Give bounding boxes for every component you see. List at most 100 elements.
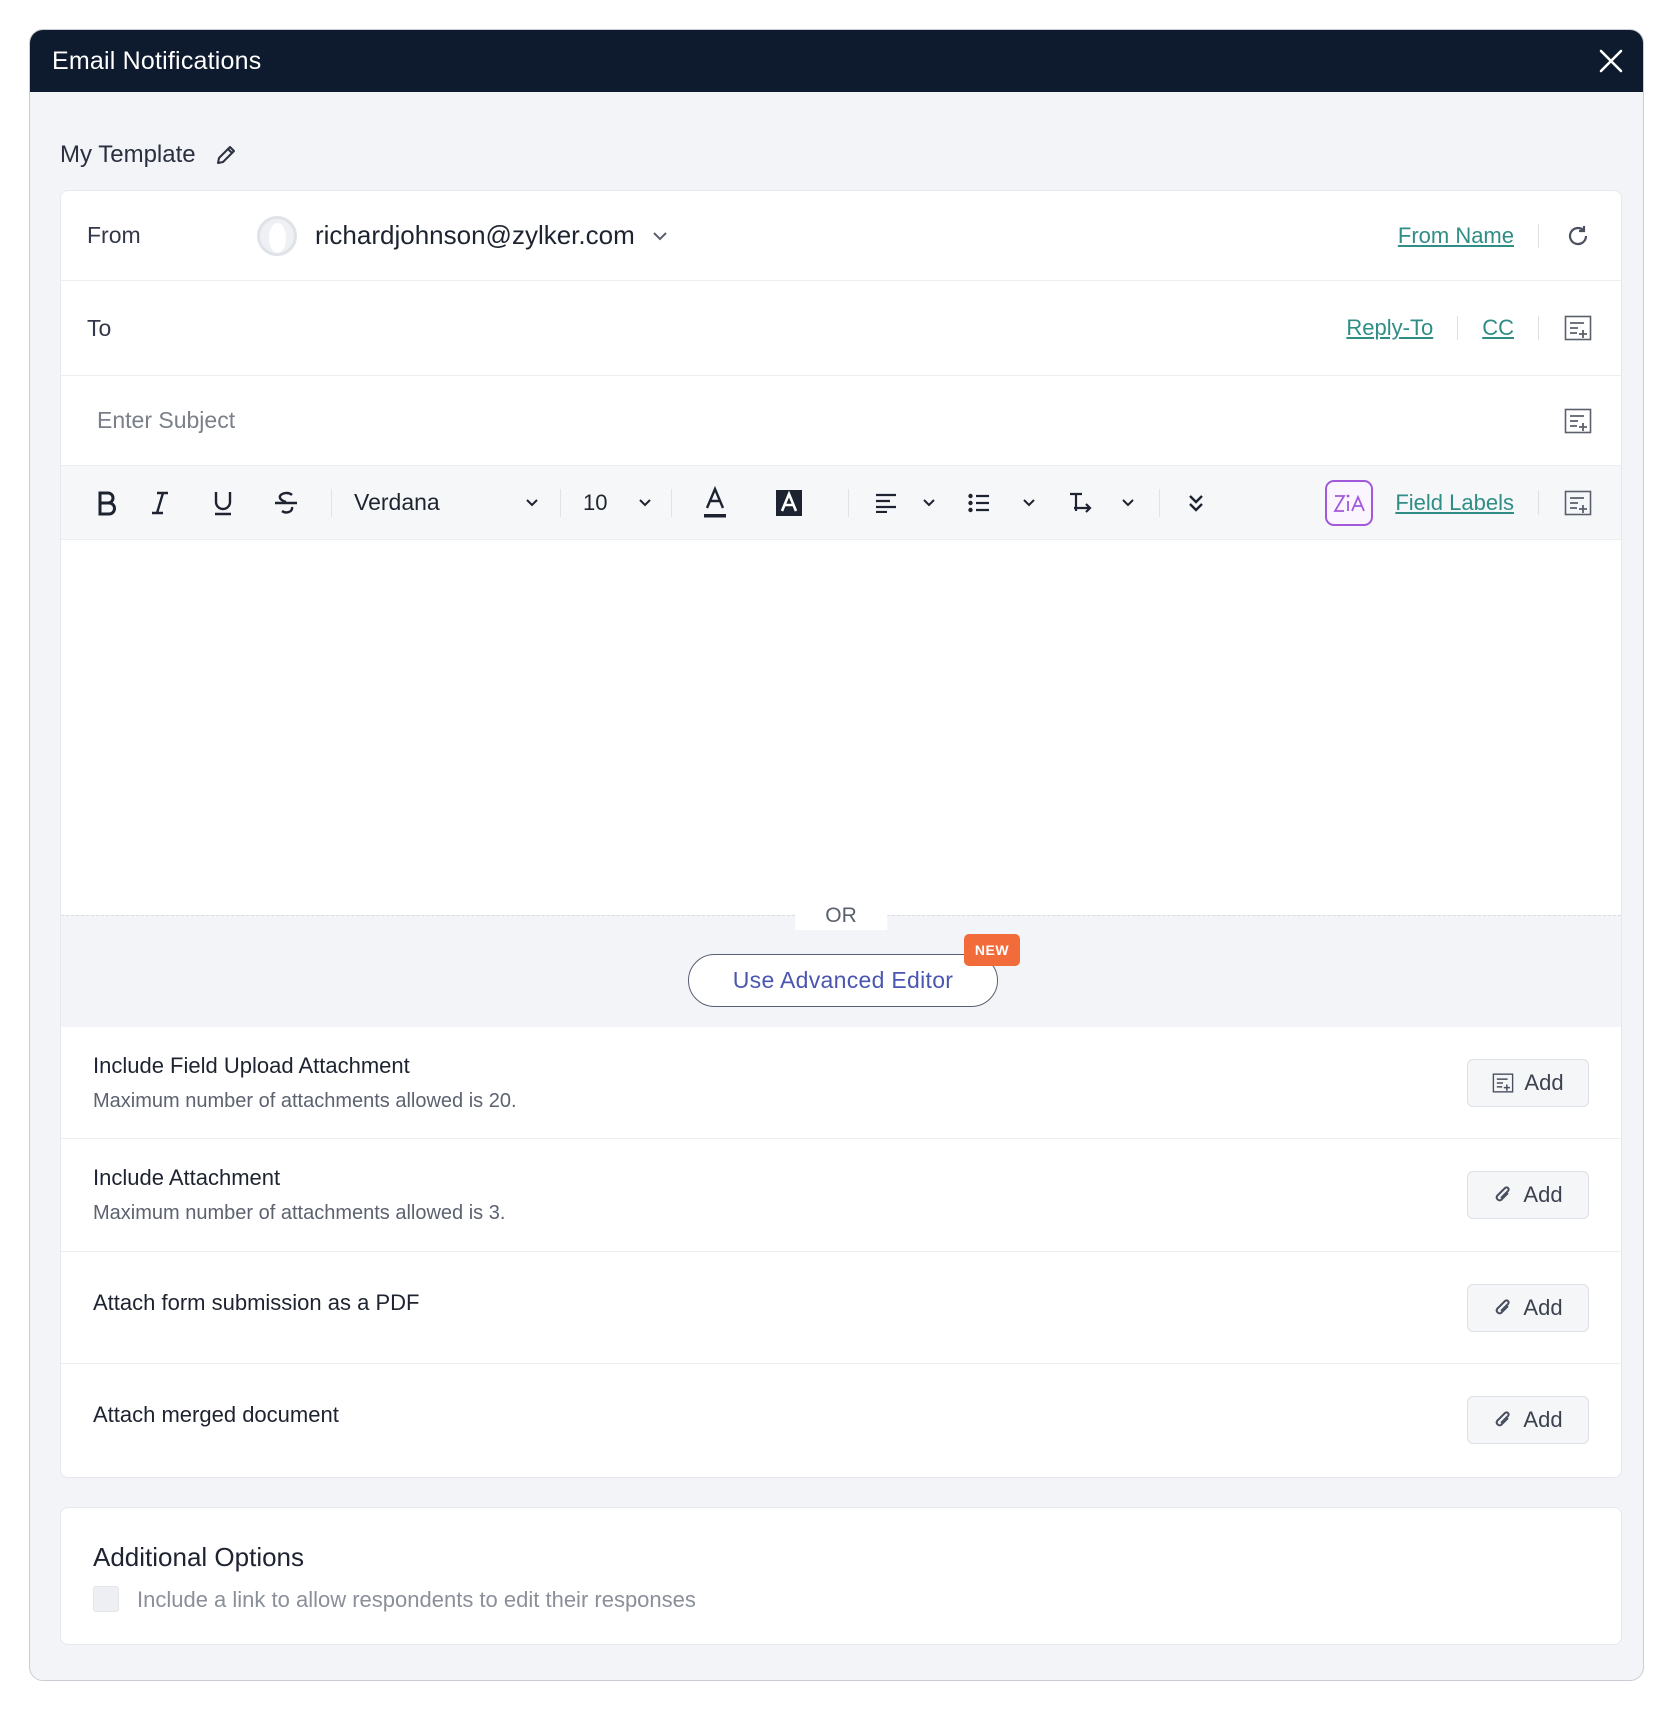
double-chevron-down-icon: [1189, 494, 1203, 512]
from-email[interactable]: richardjohnson@zylker.com: [315, 220, 635, 251]
text-color-icon: [704, 485, 726, 517]
text-direction-icon: [1070, 492, 1092, 513]
attachment-title: Include Field Upload Attachment: [93, 1053, 410, 1078]
chevron-down-icon: [923, 498, 935, 506]
attachment-subtitle: Maximum number of attachments allowed is…: [93, 1202, 506, 1224]
zia-ai-button[interactable]: [1325, 479, 1374, 526]
underline-icon: [214, 491, 232, 515]
bullet-list-icon: [968, 493, 989, 512]
strikethrough-button[interactable]: [255, 483, 317, 523]
subject-row: [61, 376, 1621, 466]
dialog-titlebar: Email Notifications: [30, 30, 1643, 92]
to-row: To Reply-To CC: [61, 281, 1621, 376]
message-body-editor[interactable]: [61, 540, 1621, 915]
paperclip-icon: [1496, 1186, 1510, 1202]
reply-to-link[interactable]: Reply-To: [1346, 315, 1433, 341]
chevron-down-icon: [1023, 498, 1035, 506]
clear-format-button[interactable]: [1049, 483, 1111, 523]
refresh-button[interactable]: [1563, 221, 1593, 251]
add-button-label: Add: [1523, 1407, 1563, 1432]
align-dropdown[interactable]: [909, 483, 949, 523]
email-notifications-dialog: Email Notifications My Template From ric…: [29, 29, 1644, 1681]
cc-link[interactable]: CC: [1482, 315, 1514, 341]
field-insert-icon: [1564, 490, 1592, 515]
bold-button[interactable]: [85, 483, 129, 523]
attachment-row-include-attachment: Include Attachment Maximum number of att…: [61, 1139, 1621, 1252]
new-badge: NEW: [964, 934, 1020, 966]
chevron-down-icon: [526, 498, 538, 506]
background-color-button[interactable]: [744, 483, 834, 523]
use-advanced-editor-button[interactable]: Use Advanced Editor: [688, 954, 998, 1007]
from-name-link[interactable]: From Name: [1398, 223, 1514, 249]
underline-button[interactable]: [191, 483, 255, 523]
template-name: My Template: [60, 141, 196, 168]
close-button[interactable]: [1591, 41, 1631, 81]
attachment-title: Attach merged document: [93, 1402, 339, 1427]
add-button-label: Add: [1523, 1182, 1563, 1207]
from-row: From richardjohnson@zylker.com From Name: [61, 191, 1621, 281]
from-label: From: [87, 222, 141, 248]
align-button[interactable]: [863, 483, 909, 523]
font-family-select[interactable]: Verdana: [346, 489, 546, 516]
avatar: [257, 215, 297, 256]
edit-link-checkbox[interactable]: [93, 1586, 119, 1612]
divider: [1457, 316, 1459, 340]
bold-icon: [98, 491, 116, 515]
paperclip-icon: [1496, 1299, 1510, 1315]
to-label: To: [87, 314, 112, 341]
attachment-row-pdf: Attach form submission as a PDF Add: [61, 1252, 1621, 1364]
attachment-subtitle: Maximum number of attachments allowed is…: [93, 1090, 517, 1112]
font-size-select[interactable]: 10: [575, 490, 657, 516]
italic-button[interactable]: [129, 483, 191, 523]
format-dropdown[interactable]: [1111, 483, 1145, 523]
template-name-row: My Template: [60, 128, 1643, 182]
additional-options-title: Additional Options: [93, 1542, 305, 1572]
edit-template-name-button[interactable]: [214, 143, 238, 167]
chevron-down-icon: [653, 231, 667, 240]
refresh-icon: [1568, 225, 1588, 245]
insert-field-body-button[interactable]: [1563, 488, 1593, 518]
field-insert-icon: [1564, 408, 1592, 433]
strikethrough-icon: [275, 491, 297, 514]
font-size-value: 10: [583, 489, 608, 515]
add-button-label: Add: [1523, 1295, 1563, 1320]
bullet-list-button[interactable]: [949, 483, 1009, 523]
dialog-title: Email Notifications: [52, 46, 262, 75]
more-tools-button[interactable]: [1174, 483, 1218, 523]
highlight-color-icon: [776, 489, 802, 516]
email-compose-card: From richardjohnson@zylker.com From Name…: [60, 190, 1622, 1478]
pencil-icon: [216, 146, 235, 164]
align-left-icon: [876, 493, 896, 513]
italic-icon: [152, 491, 168, 514]
chevron-down-icon: [639, 498, 651, 506]
from-email-dropdown[interactable]: [651, 230, 669, 242]
attachment-row-merged-document: Attach merged document Add: [61, 1364, 1621, 1477]
add-button-label: Add: [1524, 1070, 1564, 1095]
insert-field-subject-button[interactable]: [1563, 406, 1593, 436]
divider: [1538, 490, 1539, 515]
attachment-title: Include Attachment: [93, 1165, 281, 1190]
font-family-value: Verdana: [354, 489, 440, 515]
subject-input[interactable]: [97, 407, 1563, 434]
paperclip-icon: [1496, 1411, 1510, 1427]
add-field-upload-attachment-button[interactable]: Add: [1467, 1059, 1589, 1107]
text-color-button[interactable]: [686, 483, 744, 523]
add-pdf-attachment-button[interactable]: Add: [1467, 1284, 1589, 1332]
or-separator: OR: [795, 902, 887, 930]
divider: [1538, 223, 1539, 248]
zia-icon: [1333, 494, 1366, 512]
field-insert-icon: [1564, 315, 1592, 341]
list-dropdown[interactable]: [1009, 483, 1049, 523]
additional-options-card: Additional Options Include a link to all…: [60, 1507, 1622, 1645]
add-merged-document-button[interactable]: Add: [1467, 1396, 1589, 1444]
insert-field-to-button[interactable]: [1563, 313, 1593, 343]
advanced-editor-section: OR Use Advanced Editor NEW: [61, 902, 1621, 1027]
add-attachment-button[interactable]: Add: [1467, 1171, 1589, 1219]
field-insert-icon: [1493, 1073, 1514, 1093]
edit-link-label: Include a link to allow respondents to e…: [137, 1587, 696, 1612]
close-icon: [1599, 49, 1623, 73]
rich-text-toolbar: Verdana 10 Field Labels: [61, 466, 1621, 540]
field-labels-link[interactable]: Field Labels: [1395, 490, 1514, 516]
chevron-down-icon: [1122, 498, 1134, 506]
attachment-row-field-upload: Include Field Upload Attachment Maximum …: [61, 1027, 1621, 1139]
